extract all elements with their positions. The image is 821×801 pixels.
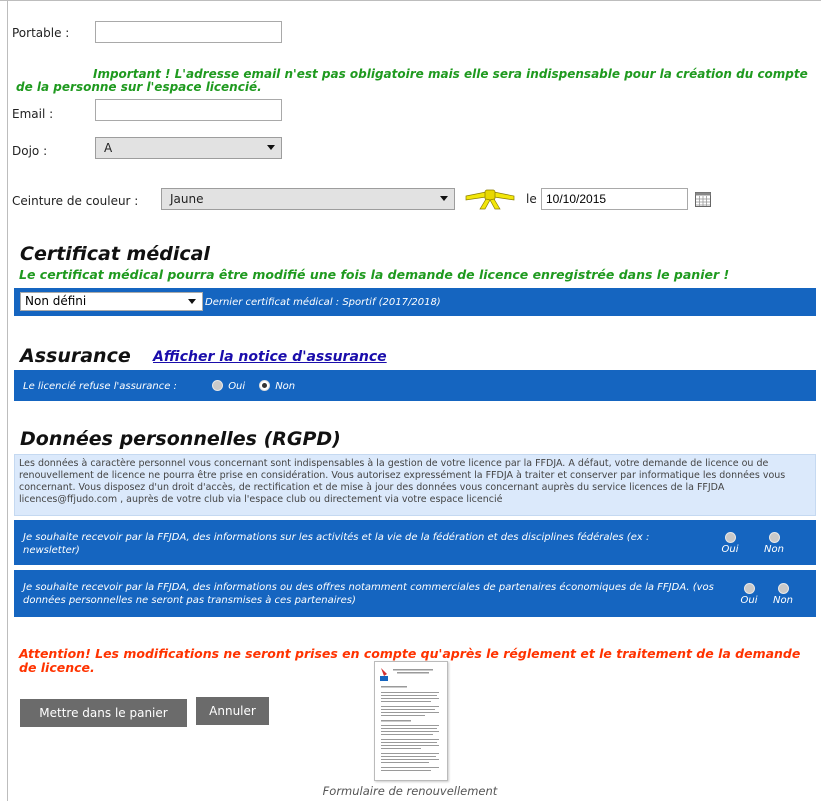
certificate-select[interactable]: Non défini xyxy=(20,292,203,311)
insurance-yes-label: Oui xyxy=(228,380,246,392)
insurance-no-option[interactable]: Non xyxy=(259,380,295,392)
calendar-icon[interactable] xyxy=(695,192,711,207)
document-thumbnail[interactable] xyxy=(374,661,448,781)
dojo-select[interactable]: A xyxy=(95,137,282,159)
dojo-label: Dojo : xyxy=(12,144,48,158)
email-label: Email : xyxy=(12,107,54,121)
belt-label: Ceinture de couleur : xyxy=(12,194,139,208)
belt-selected-value: Jaune xyxy=(170,192,204,206)
insurance-bar: Le licencié refuse l'assurance : Oui Non xyxy=(14,370,816,401)
date-prefix: le xyxy=(526,192,537,206)
consent2-no-label: Non xyxy=(773,594,793,606)
gdpr-title: Données personnelles (RGPD) xyxy=(20,428,341,450)
consent1-yes-radio[interactable] xyxy=(724,532,736,543)
certificate-selected-value: Non défini xyxy=(25,294,87,308)
consent1-no-option[interactable]: Non xyxy=(762,532,786,555)
consent1-yes-option[interactable]: Oui xyxy=(718,532,742,555)
gdpr-consent2-text: Je souhaite recevoir par la FFJDA, des i… xyxy=(23,582,714,606)
consent2-yes-label: Oui xyxy=(740,594,758,606)
consent1-yes-label: Oui xyxy=(721,543,739,555)
insurance-notice-link[interactable]: Afficher la notice d'assurance xyxy=(153,349,387,365)
dojo-selected-value: A xyxy=(104,141,113,155)
insurance-yes-radio[interactable] xyxy=(212,380,223,391)
cancel-button[interactable]: Annuler xyxy=(196,697,269,725)
consent2-yes-option[interactable]: Oui xyxy=(737,583,761,606)
portable-input[interactable] xyxy=(95,21,282,43)
email-notice: Important ! L'adresse email n'est pas ob… xyxy=(16,68,816,94)
top-border xyxy=(0,0,821,1)
belt-select[interactable]: Jaune xyxy=(161,188,455,210)
chevron-down-icon xyxy=(267,145,275,150)
consent2-yes-radio[interactable] xyxy=(743,583,755,594)
insurance-refuse-label: Le licencié refuse l'assurance : xyxy=(23,381,177,392)
consent1-no-label: Non xyxy=(764,543,784,555)
left-border xyxy=(7,0,8,801)
portable-label: Portable : xyxy=(12,26,70,40)
add-to-cart-button[interactable]: Mettre dans le panier xyxy=(20,699,187,727)
insurance-title: Assurance xyxy=(20,345,131,367)
chevron-down-icon xyxy=(440,196,448,201)
document-preview-icon xyxy=(380,668,439,771)
certificate-bar: Non défini Dernier certificat médical : … xyxy=(14,288,816,316)
document-caption: Formulaire de renouvellement xyxy=(322,784,498,798)
email-notice-text: Important ! L'adresse email n'est pas ob… xyxy=(16,67,808,94)
gdpr-consent2-bar: Je souhaite recevoir par la FFJDA, des i… xyxy=(14,570,816,617)
gdpr-info-box: Les données à caractère personnel vous c… xyxy=(14,454,816,516)
belt-icon xyxy=(465,189,515,210)
insurance-no-label: Non xyxy=(275,380,296,392)
insurance-no-radio[interactable] xyxy=(259,380,270,391)
certificate-title: Certificat médical xyxy=(20,243,210,265)
consent1-no-radio[interactable] xyxy=(768,532,780,543)
chevron-down-icon xyxy=(188,299,196,304)
email-input[interactable] xyxy=(95,99,282,121)
consent2-no-radio[interactable] xyxy=(777,583,789,594)
gdpr-consent1-bar: Je souhaite recevoir par la FFJDA, des i… xyxy=(14,520,816,565)
date-input[interactable] xyxy=(541,188,688,210)
insurance-yes-option[interactable]: Oui xyxy=(212,380,245,392)
certificate-notice: Le certificat médical pourra être modifi… xyxy=(19,267,730,282)
consent2-no-option[interactable]: Non xyxy=(771,583,795,606)
gdpr-consent1-text: Je souhaite recevoir par la FFJDA, des i… xyxy=(23,532,650,556)
last-certificate-text: Dernier certificat médical : Sportif (20… xyxy=(205,297,441,308)
